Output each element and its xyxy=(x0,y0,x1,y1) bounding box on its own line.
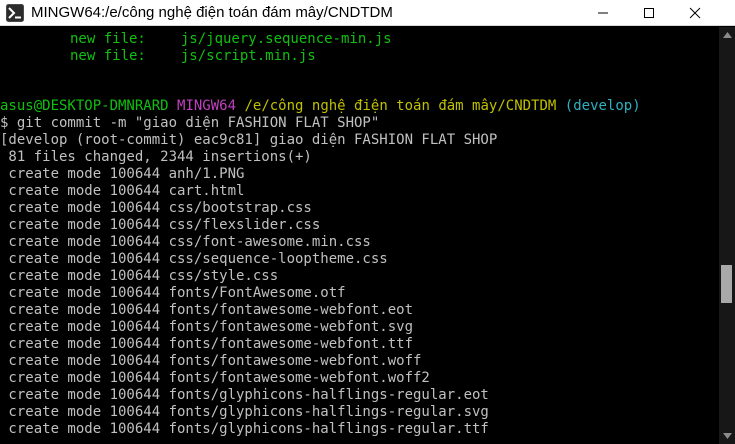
new-file-path: js/script.min.js xyxy=(180,48,316,64)
output-line: create mode 100644 fonts/FontAwesome.otf xyxy=(0,285,346,301)
terminal-window: MINGW64:/e/công nghệ điện toán đám mây/C… xyxy=(0,0,735,444)
maximize-icon xyxy=(644,8,654,18)
title-bar[interactable]: MINGW64:/e/công nghệ điện toán đám mây/C… xyxy=(0,0,735,26)
minimize-button[interactable] xyxy=(580,0,626,26)
output-line: create mode 100644 fonts/glyphicons-half… xyxy=(0,421,489,437)
output-line: create mode 100644 fonts/glyphicons-half… xyxy=(0,387,489,403)
output-line: create mode 100644 css/bootstrap.css xyxy=(0,200,312,216)
output-line: create mode 100644 fonts/fontawesome-web… xyxy=(0,319,414,335)
new-file-label: new file: xyxy=(70,31,146,47)
vertical-scrollbar[interactable] xyxy=(719,27,735,444)
prompt-shell: MINGW64 xyxy=(177,98,237,114)
new-file-line: new file: js/jquery.sequence-min.js xyxy=(0,31,392,48)
close-button[interactable] xyxy=(672,0,718,26)
new-file-line: new file: js/script.min.js xyxy=(0,48,316,65)
output-line: create mode 100644 css/sequence-loopthem… xyxy=(0,251,388,267)
close-icon xyxy=(689,7,701,19)
terminal-output[interactable]: new file: js/jquery.sequence-min.js new f… xyxy=(0,27,719,444)
output-line: create mode 100644 fonts/fontawesome-web… xyxy=(0,336,414,352)
scroll-up-button[interactable] xyxy=(719,27,735,43)
new-file-path: js/jquery.sequence-min.js xyxy=(180,31,392,47)
output-line: create mode 100644 fonts/fontawesome-web… xyxy=(0,353,422,369)
output-line: create mode 100644 fonts/glyphicons-half… xyxy=(0,404,489,420)
minimize-icon xyxy=(598,12,608,14)
scroll-up-arrow-icon xyxy=(722,32,732,38)
prompt-path: /e/công nghệ điện toán đám mây/CNDTDM xyxy=(244,98,557,114)
window-title: MINGW64:/e/công nghệ điện toán đám mây/C… xyxy=(31,4,393,21)
scroll-down-arrow-icon xyxy=(722,433,732,439)
output-line: create mode 100644 anh/1.PNG xyxy=(0,166,245,182)
prompt-user-host: asus@DESKTOP-DMNRARD xyxy=(0,98,169,114)
output-line: create mode 100644 fonts/fontawesome-web… xyxy=(0,370,430,386)
scroll-thumb[interactable] xyxy=(721,265,732,303)
scroll-down-button[interactable] xyxy=(719,428,735,444)
command-line: $ git commit -m "giao diện FASHION FLAT … xyxy=(0,115,380,131)
new-file-label: new file: xyxy=(70,48,146,64)
shell-prompt: asus@DESKTOP-DMNRARD MINGW64 /e/công ngh… xyxy=(0,98,641,115)
git-bash-icon xyxy=(6,4,24,22)
output-line: [develop (root-commit) eac9c81] giao diệ… xyxy=(0,132,498,148)
output-line: create mode 100644 fonts/fontawesome-web… xyxy=(0,302,414,318)
output-line: create mode 100644 css/font-awesome.min.… xyxy=(0,234,371,250)
maximize-button[interactable] xyxy=(626,0,672,26)
output-line: create mode 100644 cart.html xyxy=(0,183,245,199)
output-line: 81 files changed, 2344 insertions(+) xyxy=(0,149,312,165)
prompt-branch: (develop) xyxy=(564,98,641,114)
output-line: create mode 100644 css/flexslider.css xyxy=(0,217,321,233)
output-line: create mode 100644 css/style.css xyxy=(0,268,279,284)
